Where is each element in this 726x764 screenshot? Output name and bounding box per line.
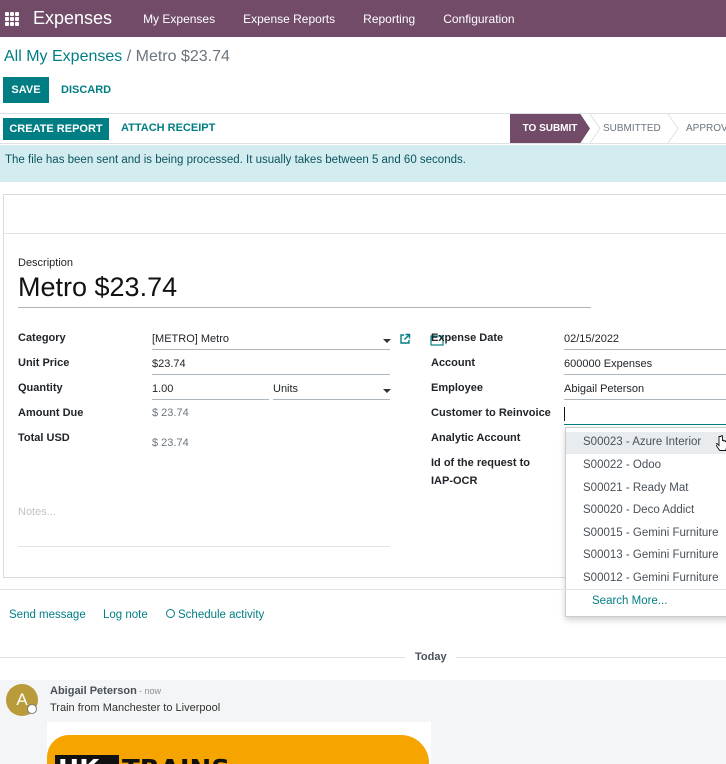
save-button[interactable]: SAVE — [3, 77, 49, 103]
expense-date-label: Expense Date — [431, 332, 504, 344]
expense-date-field[interactable]: 02/15/2022 — [564, 333, 619, 345]
account-label: Account — [431, 357, 475, 369]
attachment-image[interactable]: UK TRAINS — [47, 722, 431, 764]
quantity-label: Quantity — [18, 382, 63, 394]
hand-cursor-icon — [716, 435, 726, 451]
amount-due-label: Amount Due — [18, 407, 84, 419]
presence-status-icon — [27, 704, 37, 714]
dropdown-item[interactable]: S00015 - Gemini Furniture — [583, 527, 719, 539]
uom-select[interactable]: Units — [273, 383, 298, 395]
dropdown-item[interactable]: S00021 - Ready Mat — [583, 482, 688, 494]
stage-separator-icon — [590, 114, 601, 143]
schedule-activity-label: Schedule activity — [178, 609, 265, 621]
dropdown-item[interactable]: S00020 - Deco Addict — [583, 504, 694, 516]
external-link-icon[interactable] — [399, 333, 411, 345]
chevron-down-icon[interactable] — [383, 389, 391, 393]
stage-to-submit[interactable]: TO SUBMIT — [510, 114, 590, 143]
analytic-account-label: Analytic Account — [431, 432, 521, 444]
stage-approved[interactable]: APPROV — [686, 114, 726, 143]
clock-icon — [166, 609, 175, 618]
dropdown-item[interactable]: S00022 - Odoo — [583, 459, 661, 471]
account-underline — [564, 374, 726, 375]
today-separator-right — [456, 657, 726, 658]
account-field[interactable]: 600000 Expenses — [564, 358, 652, 370]
menu-configuration[interactable]: Configuration — [443, 12, 514, 26]
uom-underline — [273, 399, 390, 400]
iap-request-label: Id of the request to — [431, 457, 530, 469]
description-underline — [18, 307, 591, 308]
employee-label: Employee — [431, 382, 483, 394]
message-body: Train from Manchester to Liverpool — [50, 702, 221, 714]
stage-separator-icon — [668, 114, 679, 143]
message-timestamp: - now — [139, 686, 162, 696]
discard-button[interactable]: DISCARD — [61, 84, 111, 96]
breadcrumb-separator: / — [126, 48, 132, 65]
employee-underline — [564, 399, 726, 400]
description-field[interactable]: Metro $23.74 — [18, 272, 177, 303]
customer-reinvoice-label: Customer to Reinvoice — [431, 407, 551, 419]
iap-request-label-2: IAP-OCR — [431, 475, 478, 487]
expense-date-underline — [564, 349, 726, 350]
menu-expense-reports[interactable]: Expense Reports — [243, 12, 335, 26]
customer-reinvoice-input[interactable] — [564, 407, 566, 421]
unit-price-label: Unit Price — [18, 357, 70, 369]
description-label: Description — [18, 257, 74, 269]
breadcrumb-current: Metro $23.74 — [135, 48, 230, 65]
today-separator-left — [0, 657, 405, 658]
category-label: Category — [18, 332, 66, 344]
total-usd-value: $ 23.74 — [152, 437, 189, 449]
breadcrumb: All My Expenses / Metro $23.74 — [4, 48, 230, 66]
dropdown-item[interactable]: S00013 - Gemini Furniture — [583, 549, 719, 561]
menu-reporting[interactable]: Reporting — [363, 12, 415, 26]
notes-field[interactable]: Notes... — [18, 506, 56, 518]
create-report-button[interactable]: CREATE REPORT — [3, 118, 109, 140]
apps-menu-icon[interactable] — [5, 11, 19, 26]
message-author[interactable]: Abigail Peterson — [50, 685, 137, 697]
amount-due-value: $ 23.74 — [152, 407, 189, 419]
dropdown-item[interactable]: S00023 - Azure Interior — [583, 436, 701, 448]
app-name[interactable]: Expenses — [33, 8, 112, 29]
customer-reinvoice-underline — [564, 424, 726, 425]
schedule-activity-button[interactable]: Schedule activity — [166, 609, 264, 621]
info-alert: The file has been sent and is being proc… — [0, 145, 726, 182]
chevron-down-icon[interactable] — [383, 339, 391, 343]
dropdown-item[interactable]: S00012 - Gemini Furniture — [583, 572, 719, 584]
stage-submitted[interactable]: SUBMITTED — [603, 114, 661, 143]
breadcrumb-parent[interactable]: All My Expenses — [4, 48, 122, 65]
quantity-field[interactable]: 1.00 — [152, 383, 173, 395]
send-message-button[interactable]: Send message — [9, 609, 86, 621]
attach-receipt-button[interactable]: ATTACH RECEIPT — [121, 122, 215, 134]
log-note-button[interactable]: Log note — [103, 609, 148, 621]
sheet-divider — [4, 233, 726, 234]
uk-trains-logo: UK TRAINS — [47, 735, 429, 764]
menu-my-expenses[interactable]: My Expenses — [143, 12, 215, 26]
search-more-link[interactable]: Search More... — [592, 595, 667, 607]
unit-price-field[interactable]: $23.74 — [152, 358, 186, 370]
employee-field[interactable]: Abigail Peterson — [564, 383, 644, 395]
status-bar: CREATE REPORT ATTACH RECEIPT TO SUBMIT S… — [0, 113, 726, 144]
top-navbar: Expenses My Expenses Expense Reports Rep… — [0, 0, 726, 37]
total-usd-label: Total USD — [18, 432, 70, 444]
chatter-divider — [0, 589, 726, 590]
unit-price-underline — [152, 374, 390, 375]
notes-underline — [18, 546, 390, 547]
category-field[interactable]: [METRO] Metro — [152, 333, 229, 345]
category-underline — [152, 349, 390, 350]
quantity-underline — [152, 399, 269, 400]
today-label: Today — [415, 651, 447, 663]
